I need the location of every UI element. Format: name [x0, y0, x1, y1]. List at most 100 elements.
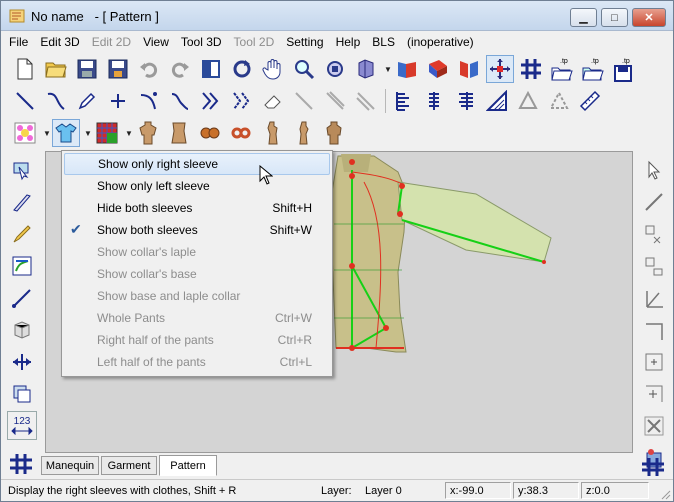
open-button[interactable] — [42, 55, 70, 83]
minimize-button[interactable]: ▁ — [570, 8, 597, 27]
line-draw-button[interactable] — [7, 283, 37, 312]
rotate-button[interactable] — [228, 55, 256, 83]
select-shape-button[interactable] — [7, 155, 37, 184]
save-as-button[interactable] — [104, 55, 132, 83]
pencil-tool-button[interactable] — [73, 87, 101, 115]
menu-tool-2d[interactable]: Tool 2D — [234, 35, 275, 49]
menu-inoperative[interactable]: (inoperative) — [407, 35, 474, 49]
cube-view-button[interactable] — [7, 315, 37, 344]
vertical-measure-button[interactable] — [390, 87, 418, 115]
tp-open-2-button[interactable]: .tp — [579, 55, 607, 83]
menu-item-show-collars-base[interactable]: Show collar's base — [64, 263, 330, 285]
vertical-measure-2-button[interactable] — [421, 87, 449, 115]
curve-tool-button[interactable] — [42, 87, 70, 115]
menu-edit-2d[interactable]: Edit 2D — [92, 35, 131, 49]
texture-dropdown-arrow[interactable]: ▼ — [124, 119, 134, 147]
undo-button[interactable] — [135, 55, 163, 83]
menu-edit-3d[interactable]: Edit 3D — [40, 35, 79, 49]
garment-dropdown-arrow[interactable]: ▼ — [83, 119, 93, 147]
tp-open-button[interactable]: .tp — [548, 55, 576, 83]
curve-edit-button[interactable] — [166, 87, 194, 115]
menu-item-show-only-right-sleeve[interactable]: Show only right sleeve — [64, 153, 330, 175]
flip-horizontal-button[interactable] — [639, 219, 669, 248]
fabric-button[interactable] — [11, 119, 39, 147]
disabled-double-line-button[interactable] — [321, 87, 349, 115]
garment-button[interactable] — [52, 119, 80, 147]
menu-view[interactable]: View — [143, 35, 169, 49]
disabled-line-button[interactable] — [290, 87, 318, 115]
mannequin-side-button[interactable] — [258, 119, 286, 147]
tab-pattern[interactable]: Pattern — [159, 455, 217, 476]
tab-garment[interactable]: Garment — [101, 456, 157, 475]
hatch-tool-button[interactable] — [483, 87, 511, 115]
vertical-measure-3-button[interactable] — [452, 87, 480, 115]
diagonal-line-button[interactable] — [639, 187, 669, 216]
menu-item-show-collars-laple[interactable]: Show collar's laple — [64, 241, 330, 263]
menu-item-hide-both-sleeves[interactable]: Hide both sleeves Shift+H — [64, 197, 330, 219]
texture-button[interactable] — [93, 119, 121, 147]
close-button[interactable]: ✕ — [632, 8, 666, 27]
delete-cross-button[interactable] — [639, 411, 669, 440]
menu-item-whole-pants[interactable]: Whole Pants Ctrl+W — [64, 307, 330, 329]
menu-setting[interactable]: Setting — [286, 35, 323, 49]
red-fabric-button[interactable] — [424, 55, 452, 83]
brush-button[interactable] — [7, 219, 37, 248]
menu-item-right-half-pants[interactable]: Right half of the pants Ctrl+R — [64, 329, 330, 351]
mannequin-rings-button[interactable] — [227, 119, 255, 147]
new-file-button[interactable] — [11, 55, 39, 83]
line-tool-button[interactable] — [11, 87, 39, 115]
tab-manequin[interactable]: Manequin — [41, 456, 99, 475]
flat-pattern-button[interactable] — [393, 55, 421, 83]
layers-button[interactable] — [7, 379, 37, 408]
add-line-button[interactable] — [639, 379, 669, 408]
grid-toggle-button[interactable] — [9, 453, 33, 478]
point-tool-button[interactable] — [104, 87, 132, 115]
bezier-tool-button[interactable] — [135, 87, 163, 115]
save-button[interactable] — [73, 55, 101, 83]
tp-save-button[interactable]: .tp — [610, 55, 638, 83]
move-cross-button[interactable] — [486, 55, 514, 83]
menu-bls[interactable]: BLS — [372, 35, 395, 49]
mannequin-torso-button[interactable] — [165, 119, 193, 147]
menu-item-show-both-sleeves[interactable]: ✔ Show both sleeves Shift+W — [64, 219, 330, 241]
triangle-tool-button[interactable] — [514, 87, 542, 115]
angle-button[interactable] — [639, 283, 669, 312]
pleat-tool-button[interactable] — [228, 87, 256, 115]
menu-file[interactable]: File — [9, 35, 28, 49]
mannequin-view-button[interactable] — [352, 55, 380, 83]
add-point-button[interactable] — [639, 347, 669, 376]
fabric-dropdown-arrow[interactable]: ▼ — [42, 119, 52, 147]
width-arrow-button[interactable] — [7, 347, 37, 376]
grid-button[interactable] — [517, 55, 545, 83]
transform-button[interactable] — [7, 251, 37, 280]
mannequin-view-dropdown-arrow[interactable]: ▼ — [383, 55, 393, 83]
ruler-button[interactable] — [576, 87, 604, 115]
measure-123-button[interactable]: 123 — [7, 411, 37, 440]
menu-help[interactable]: Help — [336, 35, 361, 49]
resize-grip-icon[interactable] — [659, 488, 671, 500]
menu-item-show-only-left-sleeve[interactable]: Show only left sleeve — [64, 175, 330, 197]
menu-item-show-base-and-laple-collar[interactable]: Show base and laple collar — [64, 285, 330, 307]
mannequin-front-button[interactable] — [134, 119, 162, 147]
eraser-tool-button[interactable] — [259, 87, 287, 115]
pattern-piece-button[interactable] — [455, 55, 483, 83]
menu-tool-3d[interactable]: Tool 3D — [181, 35, 222, 49]
dart-tool-button[interactable] — [197, 87, 225, 115]
maximize-button[interactable]: □ — [601, 8, 628, 27]
right-grid-button[interactable] — [641, 457, 665, 480]
disabled-mirror-button[interactable] — [352, 87, 380, 115]
knife-button[interactable] — [7, 187, 37, 216]
corner-button[interactable] — [639, 315, 669, 344]
flip-vertical-button[interactable] — [639, 251, 669, 280]
redo-button[interactable] — [166, 55, 194, 83]
pan-button[interactable] — [259, 55, 287, 83]
pointer-button[interactable] — [639, 155, 669, 184]
mannequin-back-button[interactable] — [320, 119, 348, 147]
triangle-tool-2-button[interactable] — [545, 87, 573, 115]
zoom-fit-button[interactable] — [321, 55, 349, 83]
mannequin-side-2-button[interactable] — [289, 119, 317, 147]
mannequin-bra-button[interactable] — [196, 119, 224, 147]
zoom-button[interactable] — [290, 55, 318, 83]
split-view-button[interactable] — [197, 55, 225, 83]
menu-item-left-half-pants[interactable]: Left half of the pants Ctrl+L — [64, 351, 330, 373]
